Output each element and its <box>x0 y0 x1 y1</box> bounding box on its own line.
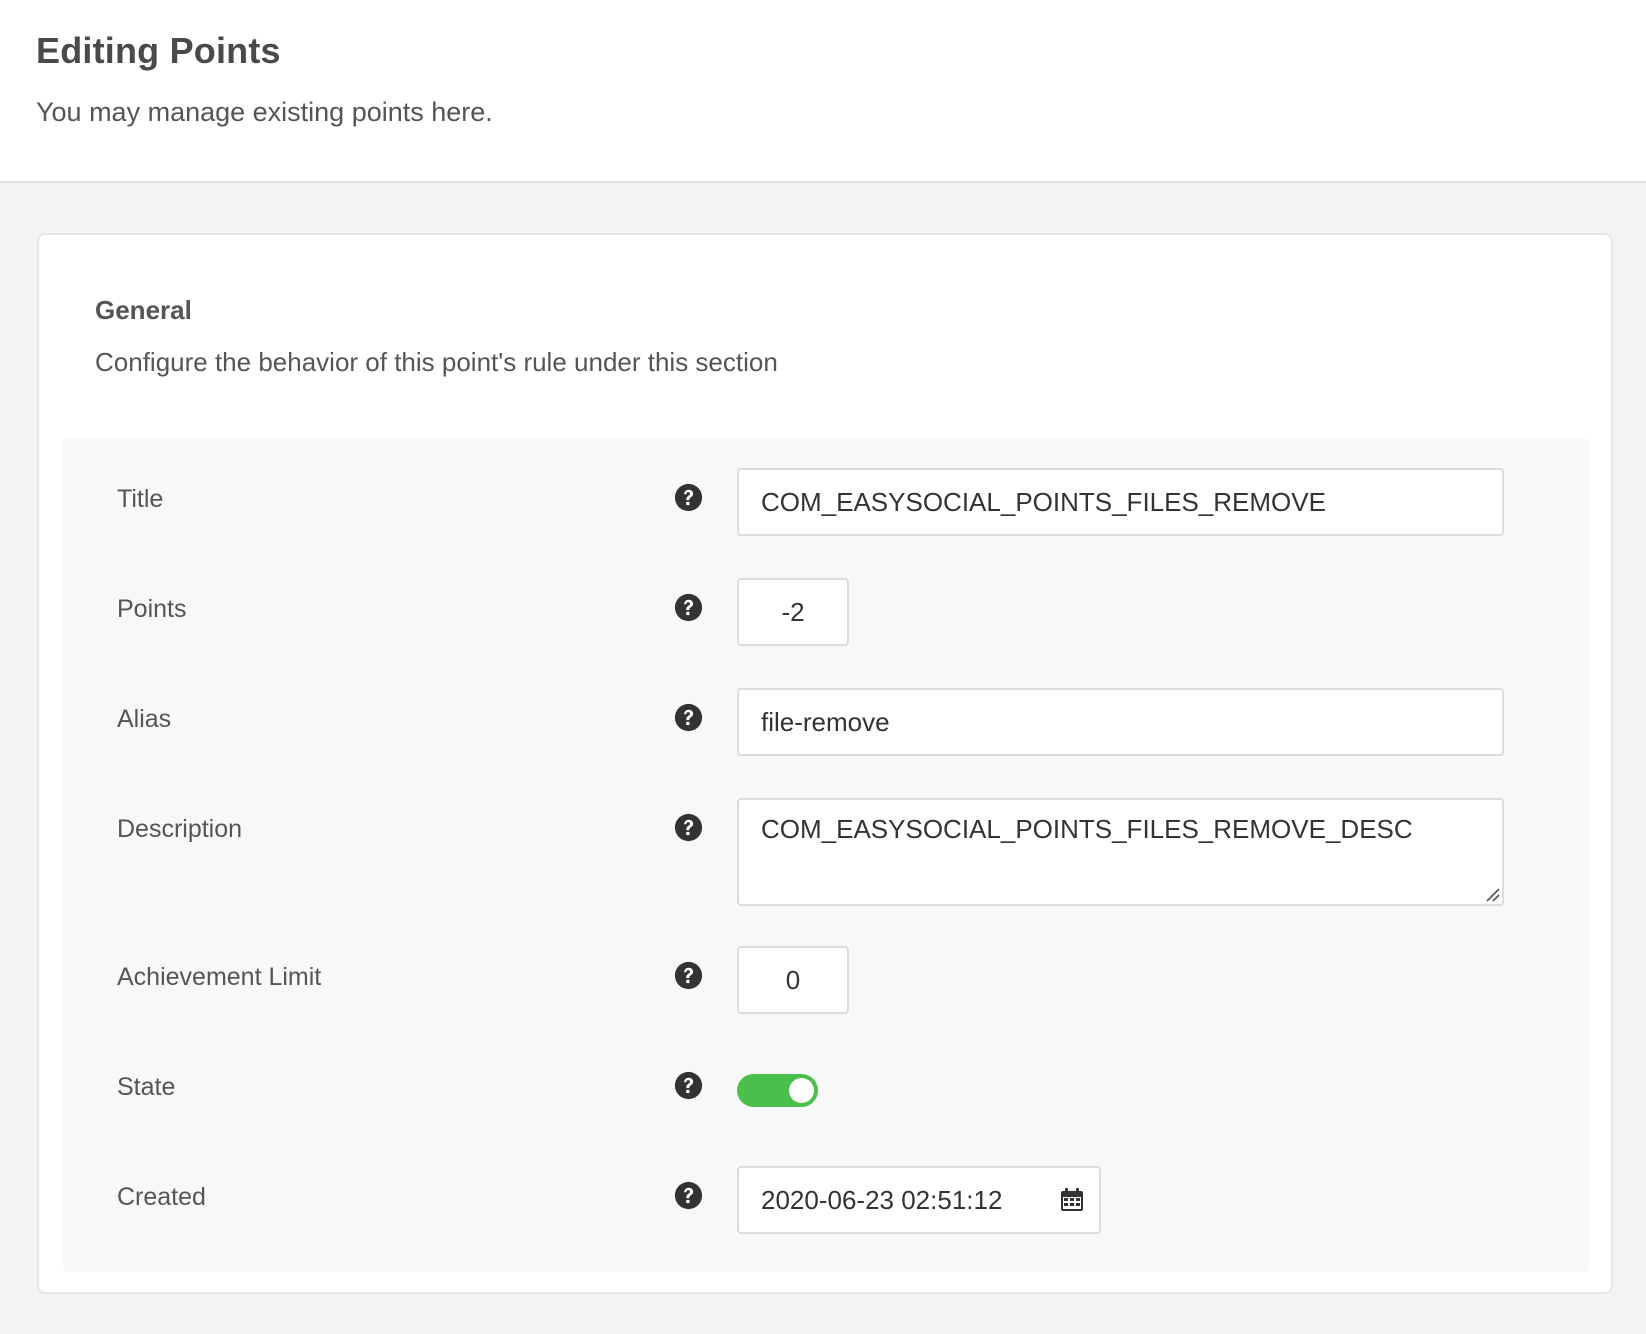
question-circle-icon[interactable] <box>674 813 703 842</box>
description-textarea[interactable]: COM_EASYSOCIAL_POINTS_FILES_REMOVE_DESC <box>737 798 1504 906</box>
calendar-icon[interactable] <box>1059 1187 1085 1213</box>
general-panel: General Configure the behavior of this p… <box>37 233 1613 1294</box>
state-label: State <box>117 1073 176 1101</box>
page-header: Editing Points You may manage existing p… <box>0 0 1646 183</box>
achievement-limit-input[interactable] <box>737 946 849 1014</box>
toggle-knob <box>789 1078 814 1103</box>
section-title: General <box>95 295 192 325</box>
points-input[interactable] <box>737 578 849 646</box>
title-input[interactable] <box>737 468 1504 536</box>
created-date-field <box>737 1166 1101 1234</box>
question-circle-icon[interactable] <box>674 593 703 622</box>
form-body: Title Points Alias Description COM_EASYS… <box>63 438 1589 1272</box>
title-label: Title <box>117 485 164 513</box>
question-circle-icon[interactable] <box>674 483 703 512</box>
alias-input[interactable] <box>737 688 1504 756</box>
question-circle-icon[interactable] <box>674 703 703 732</box>
description-label: Description <box>117 815 243 843</box>
question-circle-icon[interactable] <box>674 961 703 990</box>
alias-label: Alias <box>117 705 172 733</box>
achievement-limit-label: Achievement Limit <box>117 963 322 991</box>
question-circle-icon[interactable] <box>674 1071 703 1100</box>
resize-handle-icon[interactable] <box>1484 886 1500 902</box>
created-label: Created <box>117 1183 206 1211</box>
page-subtitle: You may manage existing points here. <box>36 97 493 127</box>
created-input[interactable] <box>739 1168 1039 1232</box>
section-description: Configure the behavior of this point's r… <box>95 347 778 377</box>
state-toggle[interactable] <box>737 1074 818 1107</box>
points-label: Points <box>117 595 187 623</box>
question-circle-icon[interactable] <box>674 1181 703 1210</box>
page-title: Editing Points <box>36 30 281 71</box>
